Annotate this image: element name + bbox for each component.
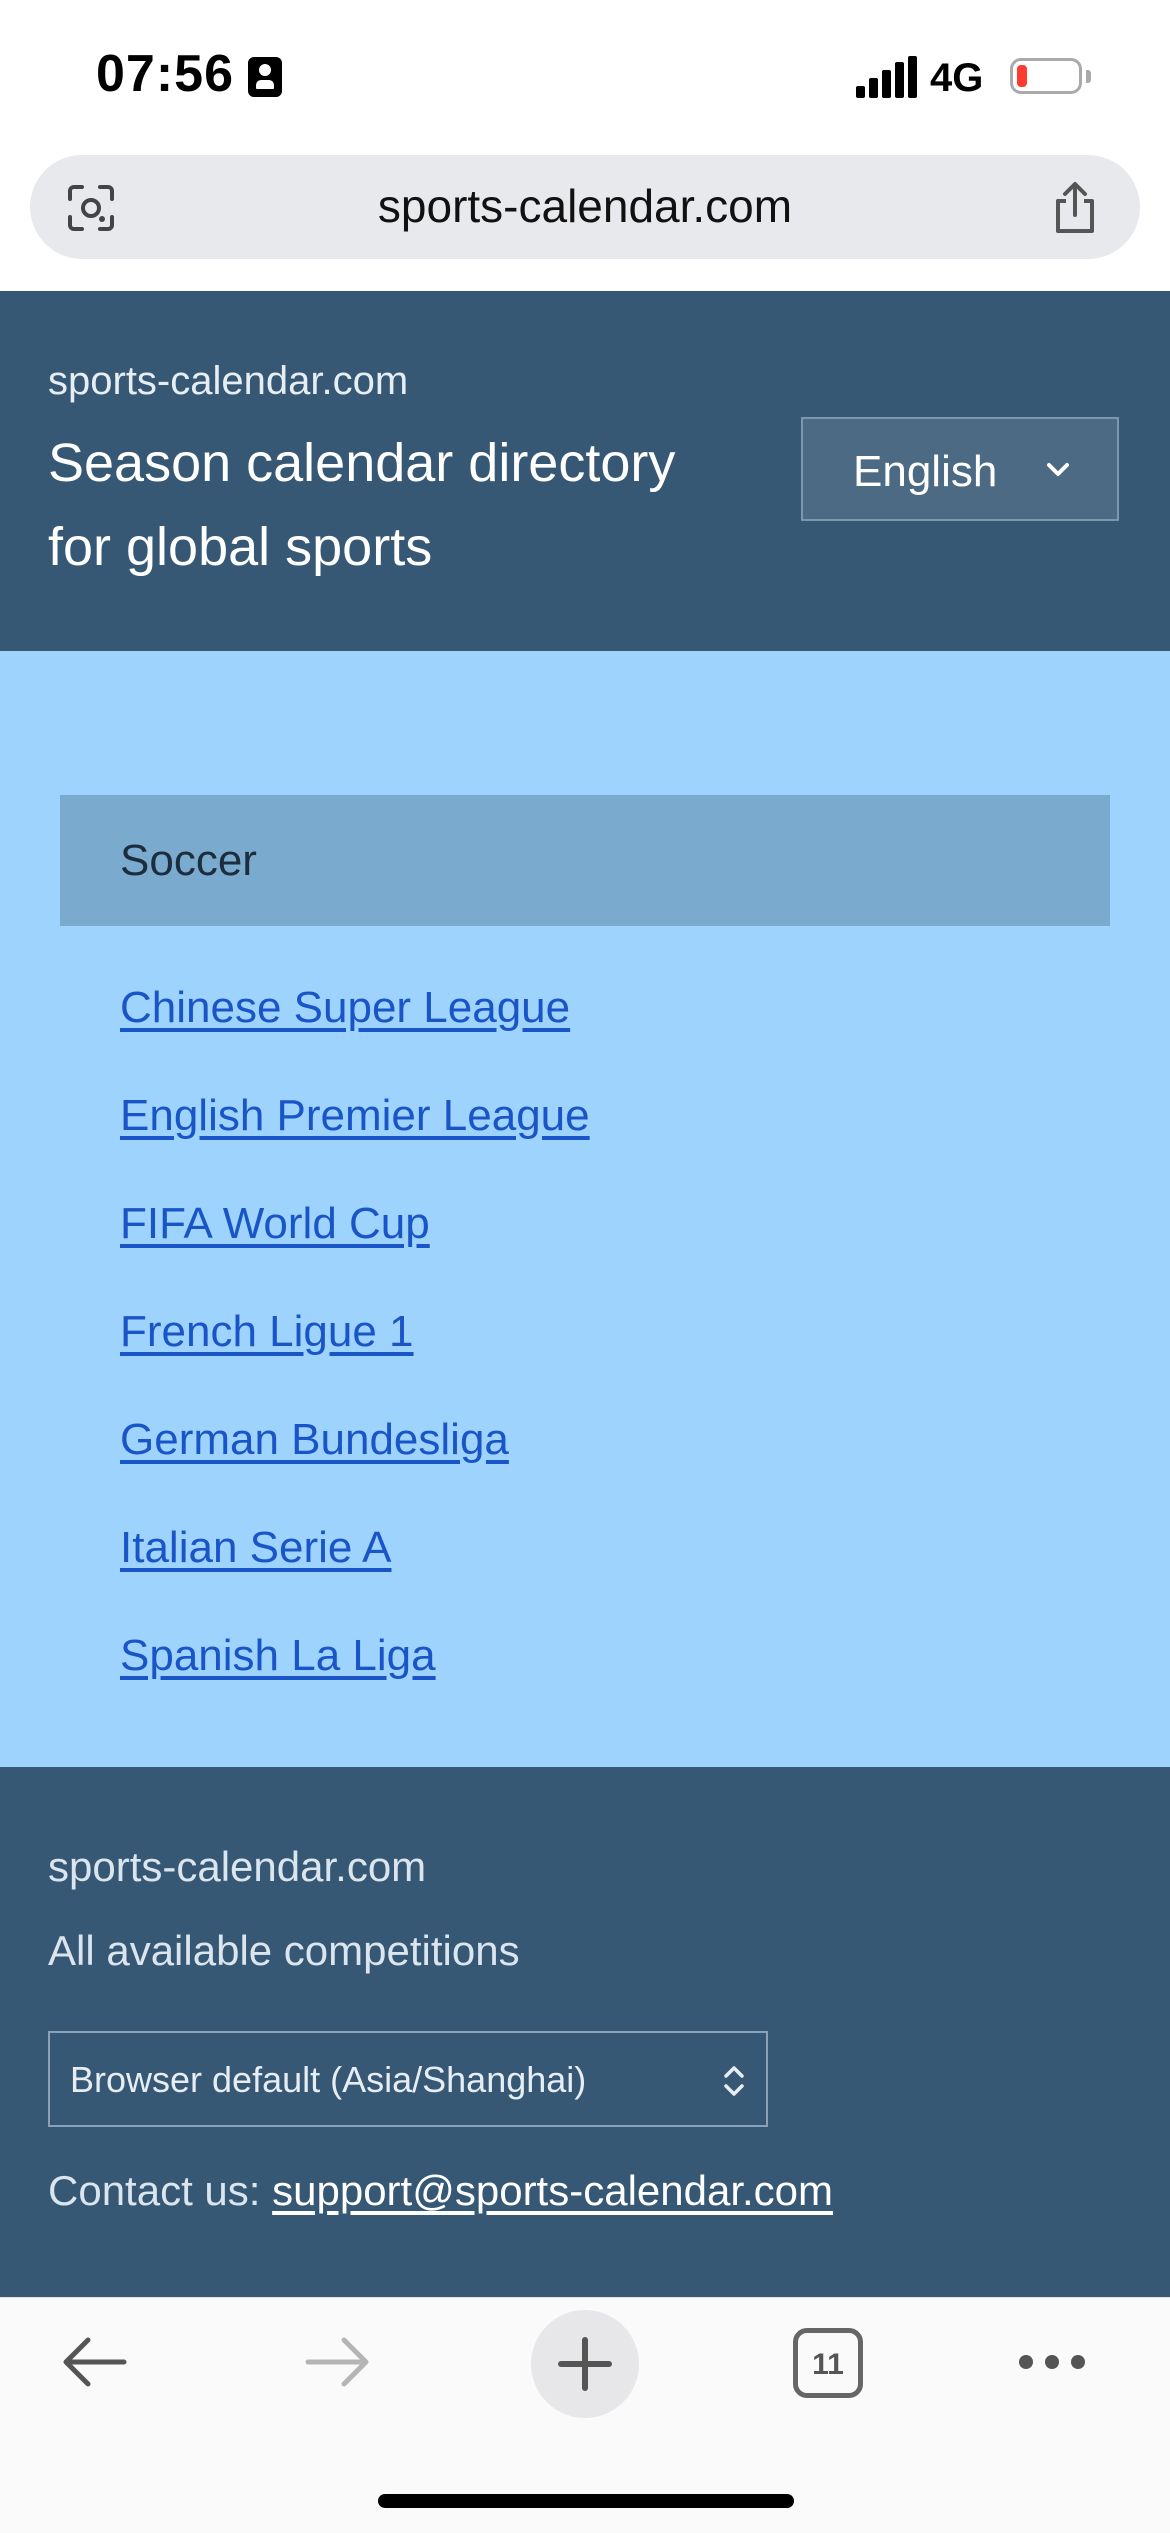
status-time: 07:56 <box>96 45 234 103</box>
share-icon[interactable] <box>1050 181 1100 235</box>
cellular-signal-icon <box>856 56 917 98</box>
list-item: Spanish La Liga <box>120 1631 590 1739</box>
list-item: FIFA World Cup <box>120 1199 590 1307</box>
network-type: 4G <box>930 56 984 100</box>
list-item: English Premier League <box>120 1091 590 1199</box>
footer-subtitle[interactable]: All available competitions <box>48 1927 520 1975</box>
battery-tip <box>1086 70 1091 83</box>
tab-count: 11 <box>812 2348 844 2381</box>
footer-brand[interactable]: sports-calendar.com <box>48 1843 426 1891</box>
league-link-french-ligue-1[interactable]: French Ligue 1 <box>120 1307 414 1356</box>
category-header: Soccer <box>60 795 1110 926</box>
league-link-german-bundesliga[interactable]: German Bundesliga <box>120 1415 509 1464</box>
contact-label: Contact us: <box>48 2167 261 2214</box>
home-indicator <box>378 2494 794 2508</box>
site-header: sports-calendar.com Season calendar dire… <box>0 291 1170 651</box>
plus-icon <box>558 2337 612 2391</box>
list-item: German Bundesliga <box>120 1415 590 1523</box>
chevron-down-icon <box>1047 463 1069 476</box>
main-content: Soccer Chinese Super League English Prem… <box>0 651 1170 1767</box>
contact-email-link[interactable]: support@sports-calendar.com <box>272 2167 833 2214</box>
status-bar: 07:56 4G <box>0 0 1170 150</box>
header-brand[interactable]: sports-calendar.com <box>48 359 408 404</box>
language-select[interactable]: English <box>801 417 1119 521</box>
contact-card-icon <box>248 57 282 97</box>
timezone-select-value: Browser default (Asia/Shanghai) <box>70 2059 587 2100</box>
more-dots-icon[interactable] <box>1016 2350 1088 2374</box>
site-footer: sports-calendar.com All available compet… <box>0 1767 1170 2297</box>
list-item: French Ligue 1 <box>120 1307 590 1415</box>
updown-arrows-icon <box>724 2066 744 2096</box>
league-link-english-premier-league[interactable]: English Premier League <box>120 1091 590 1140</box>
language-select-value: English <box>853 447 998 496</box>
league-link-chinese-super-league[interactable]: Chinese Super League <box>120 983 570 1032</box>
list-item: Chinese Super League <box>120 983 590 1091</box>
league-link-italian-serie-a[interactable]: Italian Serie A <box>120 1523 392 1572</box>
league-link-fifa-world-cup[interactable]: FIFA World Cup <box>120 1199 430 1248</box>
address-bar[interactable]: sports-calendar.com <box>30 155 1140 259</box>
tabs-button[interactable]: 11 <box>793 2328 863 2398</box>
page-title: Season calendar directory for global spo… <box>48 433 676 577</box>
url-text: sports-calendar.com <box>377 180 793 232</box>
league-link-spanish-la-liga[interactable]: Spanish La Liga <box>120 1631 436 1680</box>
battery-icon <box>1010 58 1082 94</box>
timezone-select[interactable]: Browser default (Asia/Shanghai) <box>48 2031 768 2127</box>
contact-line: Contact us: support@sports-calendar.com <box>48 2167 833 2215</box>
back-arrow-icon[interactable] <box>58 2332 130 2392</box>
forward-arrow-icon[interactable] <box>302 2332 374 2392</box>
list-item: Italian Serie A <box>120 1523 590 1631</box>
category-label: Soccer <box>120 836 257 885</box>
new-tab-button[interactable] <box>531 2310 639 2418</box>
league-list: Chinese Super League English Premier Lea… <box>120 983 590 1739</box>
